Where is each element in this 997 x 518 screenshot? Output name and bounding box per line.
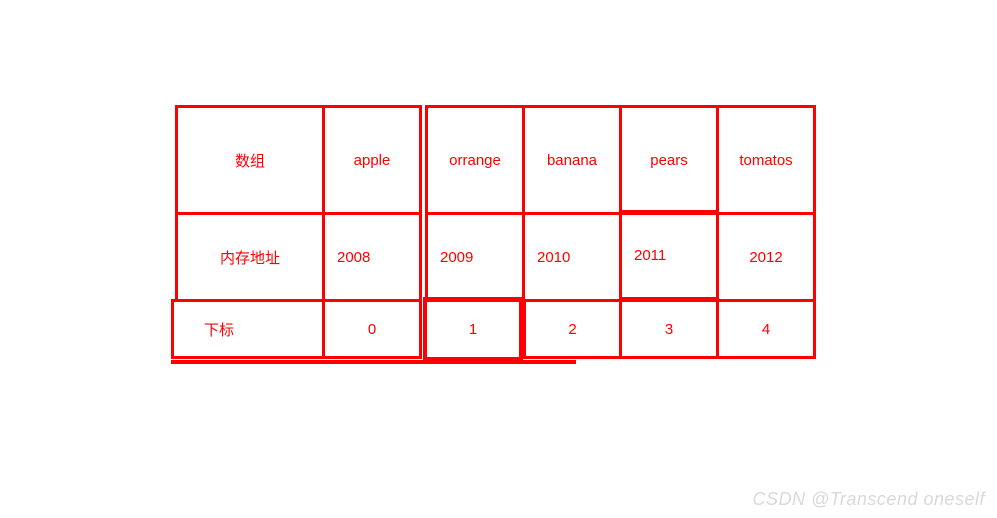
array-cell-3: pears (619, 105, 719, 215)
index-cell-4: 4 (716, 299, 816, 359)
bottom-accent-line (171, 360, 576, 364)
row-array-label: 数组 (175, 105, 325, 215)
row-address-label: 内存地址 (175, 212, 325, 302)
address-cell-1: 2009 (425, 212, 525, 302)
watermark-text: CSDN @Transcend oneself (752, 489, 985, 510)
row-index-label: 下标 (171, 299, 325, 359)
array-cell-2: banana (522, 105, 622, 215)
row-address: 内存地址 2008 2009 2010 2011 2012 (175, 212, 816, 302)
array-cell-0: apple (322, 105, 422, 215)
address-cell-2: 2010 (522, 212, 622, 302)
row-index: 下标 0 1 2 3 4 (175, 299, 816, 361)
address-cell-4: 2012 (716, 212, 816, 302)
index-cell-0: 0 (322, 299, 422, 359)
row-array: 数组 apple orrange banana pears tomatos (175, 105, 816, 215)
index-cell-2: 2 (523, 299, 622, 359)
address-cell-3: 2011 (619, 210, 719, 300)
array-cell-1: orrange (425, 105, 525, 215)
array-cell-4: tomatos (716, 105, 816, 215)
index-cell-1: 1 (423, 297, 523, 361)
address-cell-0: 2008 (322, 212, 422, 302)
index-cell-3: 3 (619, 299, 719, 359)
array-diagram: 数组 apple orrange banana pears tomatos 内存… (175, 105, 816, 361)
